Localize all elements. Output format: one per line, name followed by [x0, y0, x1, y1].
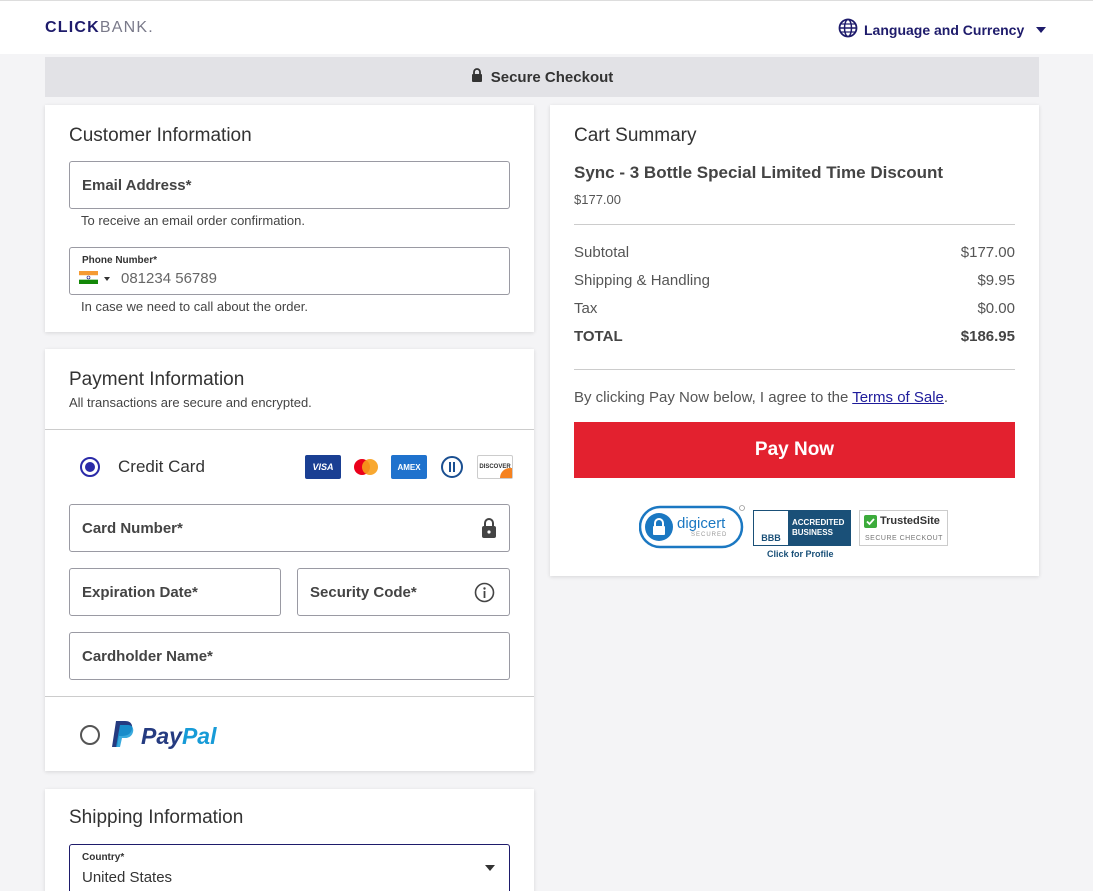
- paypal-wordmark: PayPal: [141, 723, 216, 750]
- tax-label: Tax: [574, 300, 598, 317]
- phone-helper-text: In case we need to call about the order.: [81, 299, 308, 314]
- product-price: $177.00: [574, 192, 621, 207]
- digicert-label: digicert: [677, 515, 726, 532]
- shipping-value: $9.95: [977, 272, 1015, 289]
- clickbank-logo[interactable]: CLICKBANK.: [45, 19, 154, 37]
- customer-information-title: Customer Information: [69, 125, 252, 146]
- amex-icon: AMEX: [391, 455, 427, 479]
- globe-icon: [838, 18, 858, 41]
- email-field-label: Email Address*: [82, 177, 192, 194]
- cart-divider-top: [574, 224, 1015, 225]
- trustedsite-badge[interactable]: TrustedSite SECURE CHECKOUT: [859, 510, 948, 546]
- country-code-caret-icon[interactable]: [104, 277, 110, 281]
- paypal-logo[interactable]: PayPal: [111, 720, 216, 753]
- check-icon: [864, 515, 877, 533]
- email-field[interactable]: Email Address*: [69, 161, 510, 209]
- trustedsite-sublabel: SECURE CHECKOUT: [865, 535, 943, 542]
- digicert-badge[interactable]: digicert SECURED: [638, 505, 745, 551]
- mastercard-icon: [348, 455, 384, 479]
- security-code-label: Security Code*: [310, 584, 417, 601]
- bbb-badge[interactable]: BBB ACCREDITED BUSINESS Click for Profil…: [753, 510, 851, 562]
- subtotal-value: $177.00: [960, 244, 1015, 261]
- bbb-seal: BBB ACCREDITED BUSINESS: [753, 510, 851, 546]
- cardholder-name-field[interactable]: Cardholder Name*: [69, 632, 510, 680]
- cardholder-name-label: Cardholder Name*: [82, 648, 213, 665]
- terms-of-sale-link[interactable]: Terms of Sale: [852, 389, 944, 406]
- terms-prefix: By clicking Pay Now below, I agree to th…: [574, 389, 853, 406]
- country-select[interactable]: Country* United States: [69, 844, 510, 891]
- bbb-profile-link[interactable]: Click for Profile: [767, 549, 834, 559]
- bbb-mark: BBB: [761, 533, 781, 543]
- security-code-field[interactable]: Security Code*: [297, 568, 510, 616]
- total-value: $186.95: [960, 328, 1015, 345]
- credit-card-radio[interactable]: [80, 457, 100, 477]
- language-currency-label: Language and Currency: [864, 21, 1025, 38]
- language-currency-dropdown[interactable]: Language and Currency: [838, 18, 1047, 41]
- subtotal-label: Subtotal: [574, 244, 630, 261]
- bbb-line2: BUSINESS: [792, 528, 833, 537]
- country-value: United States: [82, 869, 173, 886]
- paypal-pal-text: Pal: [181, 723, 217, 749]
- top-bar: CLICKBANK. Language and Currency: [0, 0, 1093, 54]
- payment-information-title: Payment Information: [69, 369, 245, 390]
- chevron-down-icon: [485, 865, 495, 871]
- email-helper-text: To receive an email order confirmation.: [81, 213, 305, 228]
- tax-row: Tax $0.00: [574, 300, 1015, 317]
- customer-information-card: Customer Information Email Address* To r…: [45, 105, 534, 332]
- lock-icon: [471, 68, 483, 86]
- digicert-sublabel: SECURED: [691, 532, 728, 538]
- bbb-accredited-box: ACCREDITED BUSINESS: [788, 511, 850, 545]
- payment-subtitle: All transactions are secure and encrypte…: [69, 395, 312, 410]
- phone-placeholder: 081234 56789: [121, 270, 217, 287]
- info-icon[interactable]: [474, 582, 495, 608]
- cart-summary-title: Cart Summary: [574, 125, 697, 146]
- lock-icon: [481, 518, 497, 543]
- secure-checkout-label: Secure Checkout: [490, 68, 614, 86]
- bbb-line1: ACCREDITED: [792, 518, 845, 527]
- paypal-pay-text: Pay: [141, 723, 182, 749]
- discover-icon: DISCOVER: [477, 455, 513, 479]
- trustedsite-label: TrustedSite: [880, 515, 940, 527]
- card-brand-logos: VISA AMEX DISCOVER: [305, 455, 513, 479]
- shipping-information-title: Shipping Information: [69, 807, 244, 828]
- visa-icon: VISA: [305, 455, 341, 479]
- cart-divider-bottom: [574, 369, 1015, 370]
- shipping-row: Shipping & Handling $9.95: [574, 272, 1015, 289]
- bbb-torch-icon: BBB: [754, 511, 788, 545]
- diners-icon: [434, 455, 470, 479]
- caret-down-icon: [1036, 26, 1047, 33]
- card-number-label: Card Number*: [82, 520, 183, 537]
- total-row: TOTAL $186.95: [574, 328, 1015, 345]
- secure-checkout-banner: Secure Checkout: [45, 57, 1039, 97]
- total-label: TOTAL: [574, 328, 623, 345]
- payment-information-card: Payment Information All transactions are…: [45, 349, 534, 771]
- phone-field-label: Phone Number*: [82, 255, 158, 266]
- india-flag-icon[interactable]: [79, 271, 98, 284]
- product-name: Sync - 3 Bottle Special Limited Time Dis…: [574, 163, 944, 182]
- paypal-radio[interactable]: [80, 725, 100, 745]
- card-number-field[interactable]: Card Number*: [69, 504, 510, 552]
- country-label: Country*: [82, 852, 125, 863]
- paypal-divider: [45, 696, 534, 697]
- tax-value: $0.00: [977, 300, 1015, 317]
- subtotal-row: Subtotal $177.00: [574, 244, 1015, 261]
- shipping-label: Shipping & Handling: [574, 272, 710, 289]
- paypal-icon: [111, 720, 135, 753]
- terms-text: By clicking Pay Now below, I agree to th…: [574, 389, 948, 406]
- cart-summary-card: Cart Summary Sync - 3 Bottle Special Lim…: [550, 105, 1039, 576]
- payment-divider: [45, 429, 534, 430]
- expiration-date-label: Expiration Date*: [82, 584, 198, 601]
- terms-suffix: .: [943, 389, 949, 406]
- expiration-date-field[interactable]: Expiration Date*: [69, 568, 281, 616]
- shipping-information-card: Shipping Information Country* United Sta…: [45, 789, 534, 891]
- credit-card-label[interactable]: Credit Card: [118, 457, 205, 477]
- phone-field[interactable]: Phone Number* 081234 56789: [69, 247, 510, 295]
- pay-now-button[interactable]: Pay Now: [574, 422, 1015, 478]
